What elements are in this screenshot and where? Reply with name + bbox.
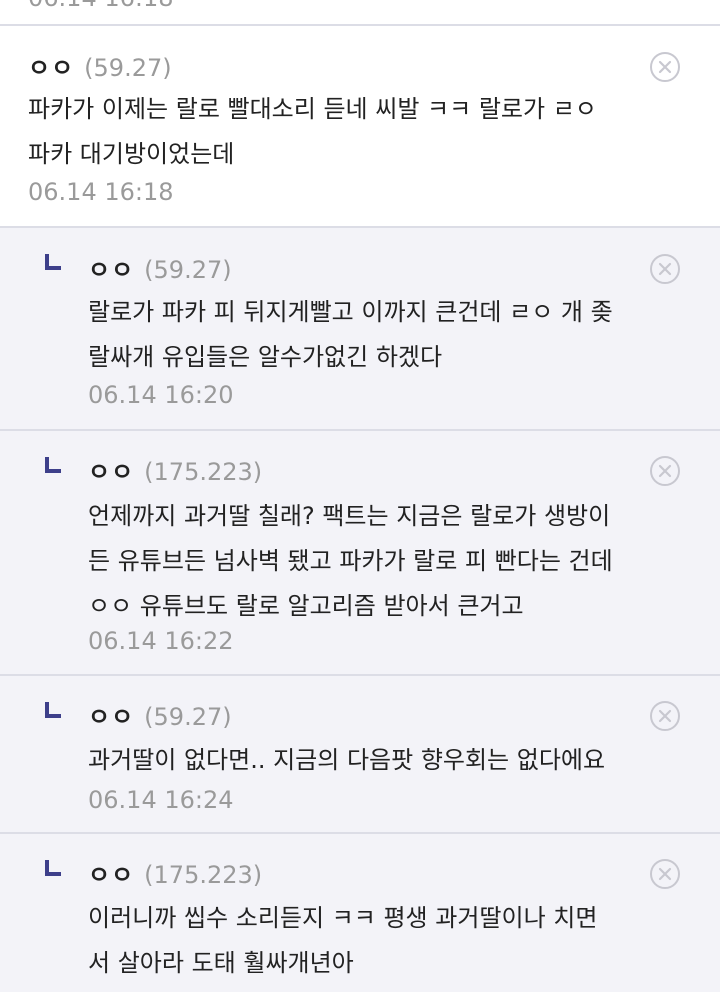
comment-text: 과거딸이 없다면.. 지금의 다음팟 향우회는 없다에요 [88, 738, 605, 783]
comment-text-line: 파카가 이제는 랄로 빨대소리 듣네 씨발 ㅋㅋ 랄로가 ㄹㅇ [28, 95, 597, 123]
close-circle-icon [658, 262, 672, 276]
reply-corner-icon [45, 254, 61, 270]
comment-ip: (175.223) [144, 861, 263, 889]
delete-button[interactable] [650, 254, 680, 284]
comment-nickname[interactable]: ㅇㅇ [28, 54, 74, 82]
comment-text-line: 랄로가 파카 피 뒤지게빨고 이까지 큰건데 ㄹㅇ 개 좆 [88, 298, 613, 326]
comment-text-line: 이러니까 씹수 소리듣지 ㅋㅋ 평생 과거딸이나 치면 [88, 904, 598, 932]
comment-date: 06.14 16:18 [28, 178, 174, 206]
comment-ip: (59.27) [144, 703, 232, 731]
comment-nickname[interactable]: ㅇㅇ [88, 703, 134, 731]
comment-text-line: ㅇㅇ 유튜브도 랄로 알고리즘 받아서 큰거고 [88, 592, 524, 620]
close-circle-icon [658, 464, 672, 478]
comment-nickname[interactable]: ㅇㅇ [88, 256, 134, 284]
comment-text-line: 파카 대기방이었는데 [28, 140, 235, 168]
comment-text-line: 랄싸개 유입들은 알수가없긴 하겠다 [88, 343, 443, 371]
reply-corner-icon [45, 457, 61, 473]
comment-date: 06.14 16:24 [88, 786, 234, 814]
delete-button[interactable] [650, 859, 680, 889]
delete-button[interactable] [650, 52, 680, 82]
comment-text-line: 과거딸이 없다면.. 지금의 다음팟 향우회는 없다에요 [88, 746, 606, 774]
comment-author: ㅇㅇ (175.223) [88, 452, 262, 487]
comment-text-line: 든 유튜브든 넘사벽 됐고 파카가 랄로 피 빤다는 건데 [88, 547, 613, 575]
delete-button[interactable] [650, 456, 680, 486]
comment-ip: (59.27) [84, 54, 172, 82]
reply-item: ㅇㅇ (175.223) 이러니까 씹수 소리듣지 ㅋㅋ 평생 과거딸이나 치면 … [0, 834, 720, 992]
close-circle-icon [658, 709, 672, 723]
delete-button[interactable] [650, 701, 680, 731]
previous-comment-remnant: 06.14 16:18 [0, 0, 720, 26]
comment-author: ㅇㅇ (59.27) [88, 697, 232, 732]
comment-ip: (59.27) [144, 256, 232, 284]
comment-date: 06.14 16:22 [88, 627, 234, 655]
comment-author: ㅇㅇ (59.27) [88, 250, 232, 285]
comment-text: 파카가 이제는 랄로 빨대소리 듣네 씨발 ㅋㅋ 랄로가 ㄹㅇ 파카 대기방이었… [28, 87, 597, 177]
comment-text: 언제까지 과거딸 칠래? 팩트는 지금은 랄로가 생방이 든 유튜브든 넘사벽 … [88, 494, 613, 629]
comment-author: ㅇㅇ (175.223) [88, 855, 262, 890]
comment-ip: (175.223) [144, 458, 263, 486]
comment-text: 이러니까 씹수 소리듣지 ㅋㅋ 평생 과거딸이나 치면 서 살아라 도태 훨싸개… [88, 896, 597, 986]
comment-text-line: 서 살아라 도태 훨싸개년아 [88, 949, 354, 977]
close-circle-icon [658, 60, 672, 74]
comment-list: 06.14 16:18 ㅇㅇ (59.27) 파카가 이제는 랄로 빨대소리 듣네… [0, 0, 720, 992]
comment-author: ㅇㅇ (59.27) [28, 48, 172, 83]
close-circle-icon [658, 867, 672, 881]
reply-item: ㅇㅇ (175.223) 언제까지 과거딸 칠래? 팩트는 지금은 랄로가 생방이… [0, 431, 720, 676]
comment-nickname[interactable]: ㅇㅇ [88, 861, 134, 889]
comment-nickname[interactable]: ㅇㅇ [88, 458, 134, 486]
comment-text-line: 언제까지 과거딸 칠래? 팩트는 지금은 랄로가 생방이 [88, 502, 611, 530]
comment-date: 06.14 16:18 [28, 0, 174, 12]
reply-item: ㅇㅇ (59.27) 랄로가 파카 피 뒤지게빨고 이까지 큰건데 ㄹㅇ 개 좆 … [0, 228, 720, 431]
reply-corner-icon [45, 702, 61, 718]
comment-text: 랄로가 파카 피 뒤지게빨고 이까지 큰건데 ㄹㅇ 개 좆 랄싸개 유입들은 알… [88, 290, 613, 380]
comment-item: ㅇㅇ (59.27) 파카가 이제는 랄로 빨대소리 듣네 씨발 ㅋㅋ 랄로가 ㄹ… [0, 26, 720, 228]
reply-item: ㅇㅇ (59.27) 과거딸이 없다면.. 지금의 다음팟 향우회는 없다에요 0… [0, 676, 720, 834]
comment-date: 06.14 16:20 [88, 381, 234, 409]
reply-corner-icon [45, 860, 61, 876]
